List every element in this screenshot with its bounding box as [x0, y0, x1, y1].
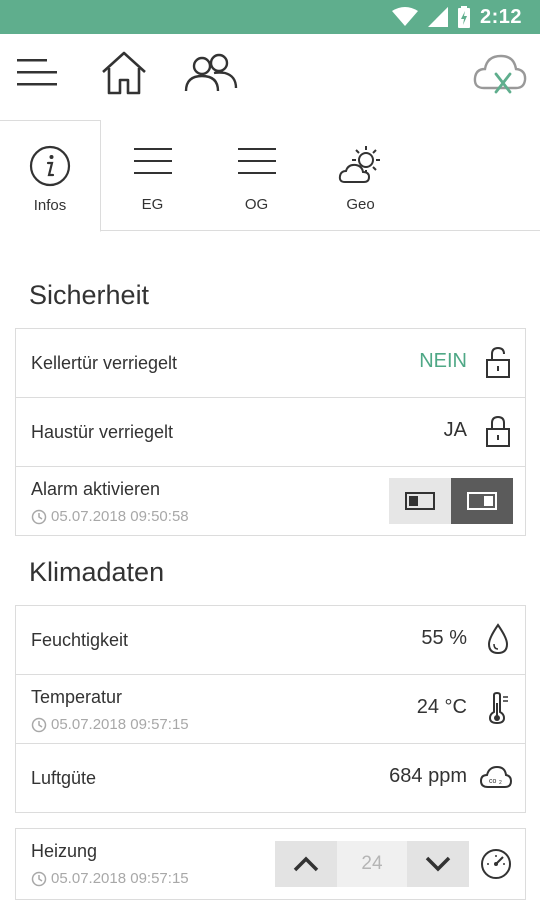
chevron-down-icon	[425, 856, 451, 872]
chevron-up-icon	[293, 856, 319, 872]
users-icon[interactable]	[183, 52, 239, 94]
row-label: Kellertür verriegelt	[31, 353, 178, 373]
row-label: Haustür verriegelt	[31, 422, 174, 442]
measurement-value: 55 %	[421, 627, 467, 649]
svg-text:2: 2	[499, 780, 502, 786]
timestamp: 05.07.2018 09:57:15	[31, 870, 189, 887]
measurement-value: 24 °C	[416, 696, 467, 718]
unlocked-icon	[486, 346, 510, 378]
list-item: Alarm aktivieren 05.07.2018 09:50:58	[16, 467, 525, 536]
decrease-button[interactable]	[407, 841, 469, 887]
status-value: NEIN	[419, 350, 467, 372]
stepper-value: 24	[337, 841, 407, 887]
status-bar: 2:12	[0, 0, 540, 34]
floor-icon	[133, 148, 172, 174]
list-item: Luftgüte 684 ppm co 2	[16, 744, 525, 813]
temperature-stepper[interactable]: 24	[275, 841, 469, 887]
tab-infos[interactable]: Infos	[0, 120, 101, 232]
list-item: Kellertür verriegelt NEIN	[16, 329, 525, 398]
tab-eg[interactable]: EG	[102, 120, 203, 231]
list-item: Feuchtigkeit 55 %	[16, 606, 525, 675]
svg-text:co: co	[489, 778, 497, 785]
clock-icon	[31, 871, 47, 886]
status-time: 2:12	[479, 5, 522, 28]
lock-icon	[486, 415, 510, 447]
row-label: Luftgüte	[31, 768, 97, 788]
row-label: Feuchtigkeit	[31, 630, 129, 650]
alarm-toggle[interactable]	[389, 478, 514, 524]
gauge-icon	[481, 849, 511, 879]
tab-geo-label: Geo	[346, 196, 375, 213]
row-label: Temperatur	[31, 687, 123, 707]
row-label: Alarm aktivieren	[31, 479, 161, 499]
alarm-off-button[interactable]	[389, 478, 451, 524]
timestamp-text: 05.07.2018 09:57:15	[51, 870, 189, 887]
wifi-icon	[391, 7, 418, 26]
clock-icon	[31, 717, 47, 732]
signal-icon	[427, 7, 448, 27]
row-label: Heizung	[31, 841, 98, 861]
weather-icon	[338, 146, 380, 183]
timestamp-text: 05.07.2018 09:57:15	[51, 716, 189, 733]
drop-icon	[487, 623, 509, 655]
info-icon	[29, 145, 71, 187]
floor-icon	[237, 148, 276, 174]
measurement-value: 684 ppm	[389, 765, 467, 787]
cloud-disconnected-icon[interactable]	[472, 50, 528, 96]
section-title-klimadaten: Klimadaten	[29, 557, 165, 587]
co2-icon: co 2	[479, 765, 513, 788]
security-card: Kellertür verriegelt NEIN Haustür verrie…	[15, 328, 526, 536]
tab-eg-label: EG	[141, 196, 164, 213]
tab-geo[interactable]: Geo	[310, 120, 411, 231]
home-icon[interactable]	[100, 50, 148, 96]
timestamp: 05.07.2018 09:50:58	[31, 508, 189, 525]
tab-og-label: OG	[244, 196, 269, 213]
increase-button[interactable]	[275, 841, 337, 887]
list-item: Heizung 05.07.2018 09:57:15 24	[16, 829, 525, 898]
top-bar	[0, 34, 540, 120]
heating-card: Heizung 05.07.2018 09:57:15 24	[15, 828, 526, 900]
alarm-on-button[interactable]	[451, 478, 513, 524]
thermometer-icon	[488, 691, 508, 725]
timestamp: 05.07.2018 09:57:15	[31, 716, 189, 733]
climate-card: Feuchtigkeit 55 % Temperatur 05.07.2018 …	[15, 605, 526, 813]
tab-og[interactable]: OG	[206, 120, 307, 231]
list-item: Haustür verriegelt JA	[16, 398, 525, 467]
menu-icon[interactable]	[17, 58, 59, 88]
status-value: JA	[443, 419, 467, 441]
list-item: Temperatur 05.07.2018 09:57:15 24 °C	[16, 675, 525, 744]
timestamp-text: 05.07.2018 09:50:58	[51, 508, 189, 525]
tab-bar: Infos EG OG Geo	[0, 120, 540, 232]
battery-charging-icon	[457, 6, 470, 28]
toggle-off-icon	[405, 492, 435, 510]
clock-icon	[31, 509, 47, 524]
toggle-on-icon	[467, 492, 497, 510]
section-title-sicherheit: Sicherheit	[29, 280, 150, 310]
tab-infos-label: Infos	[33, 197, 67, 214]
